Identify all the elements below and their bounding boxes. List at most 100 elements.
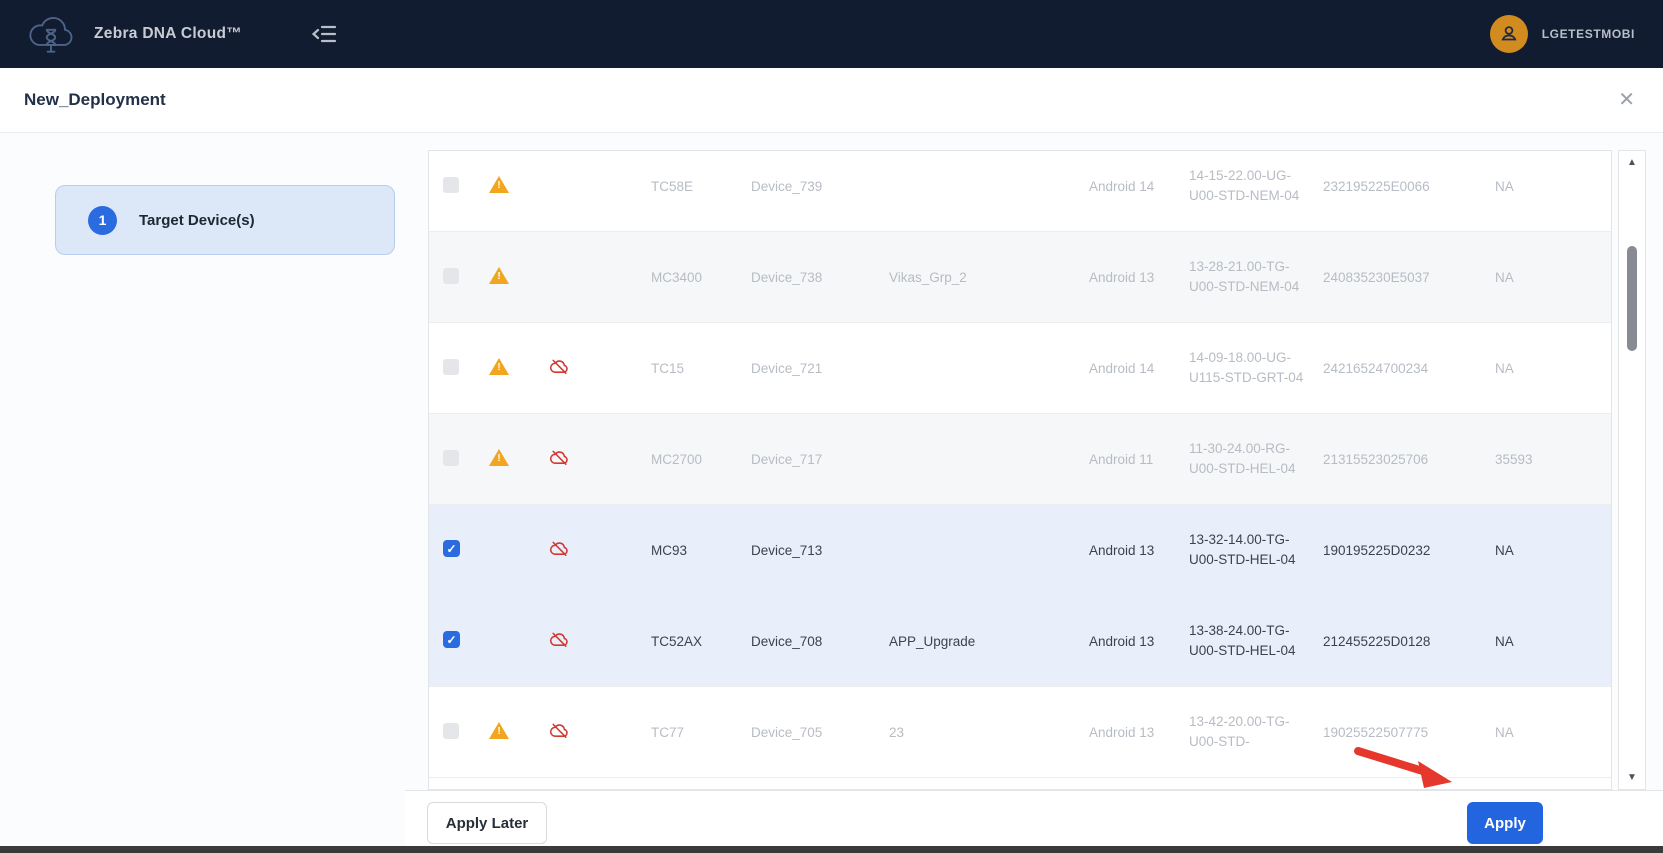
serial-cell: 212455225D0128 <box>1323 634 1479 649</box>
cloud-off-icon <box>549 720 570 741</box>
group-cell: APP_Upgrade <box>889 634 1089 649</box>
checkbox-cell <box>437 359 483 378</box>
group-cell: 23 <box>889 725 1089 740</box>
table-row[interactable]: TC77 Device_705 23 Android 13 13-42-20.0… <box>429 687 1611 778</box>
warning-icon <box>489 449 509 467</box>
warning-icon <box>489 358 509 376</box>
checkbox-cell <box>437 268 483 287</box>
build-cell: 13-42-20.00-TG-U00-STD- <box>1189 712 1323 751</box>
row-checkbox[interactable] <box>443 450 459 466</box>
model-cell: MC93 <box>651 543 751 558</box>
menu-open-icon[interactable] <box>312 23 338 45</box>
apply-later-button[interactable]: Apply Later <box>427 802 547 844</box>
row-checkbox[interactable] <box>443 631 460 648</box>
header-right-group: LGETESTMOBI <box>1490 15 1663 53</box>
cloud-cell <box>541 174 651 198</box>
group-cell: Vikas_Grp_2 <box>889 270 1089 285</box>
dialog-titlebar: New_Deployment ✕ <box>0 68 1663 133</box>
warning-icon <box>489 267 509 285</box>
warning-cell <box>483 176 541 197</box>
os-version-cell: Android 13 <box>1089 634 1189 649</box>
device-name-cell: Device_739 <box>751 179 889 194</box>
os-version-cell: Android 13 <box>1089 270 1189 285</box>
table-scrollbar[interactable]: ▲ ▼ <box>1618 150 1646 790</box>
model-cell: TC58E <box>651 179 751 194</box>
app-version-cell: NA <box>1479 179 1593 194</box>
build-cell: 13-38-24.00-TG-U00-STD-HEL-04 <box>1189 621 1323 660</box>
table-row[interactable]: TC58E Device_739 Android 14 14-15-22.00-… <box>429 150 1611 232</box>
zebra-dna-cloud-logo-icon <box>24 11 78 57</box>
table-body: TC58E Device_739 Android 14 14-15-22.00-… <box>429 150 1611 778</box>
app-version-cell: NA <box>1479 361 1593 376</box>
build-cell: 14-15-22.00-UG-U00-STD-NEM-04 <box>1189 166 1323 205</box>
cloud-off-icon <box>549 356 570 377</box>
username-label: LGETESTMOBI <box>1542 27 1635 41</box>
app-version-cell: 35593 <box>1479 452 1593 467</box>
app-version-cell: NA <box>1479 634 1593 649</box>
os-version-cell: Android 14 <box>1089 179 1189 194</box>
model-cell: TC15 <box>651 361 751 376</box>
scroll-up-icon[interactable]: ▲ <box>1619 157 1645 168</box>
checkbox-cell <box>437 723 483 742</box>
row-checkbox[interactable] <box>443 359 459 375</box>
model-cell: MC2700 <box>651 452 751 467</box>
table-row[interactable]: TC52AX Device_708 APP_Upgrade Android 13… <box>429 596 1611 687</box>
wizard-step-target-devices[interactable]: 1 Target Device(s) <box>55 185 395 255</box>
dialog-footer: Apply Later Apply <box>405 790 1663 848</box>
step-label: Target Device(s) <box>139 212 255 229</box>
cloud-off-icon <box>549 538 570 559</box>
serial-cell: 240835230E5037 <box>1323 270 1479 285</box>
device-name-cell: Device_705 <box>751 725 889 740</box>
table-row[interactable]: MC3400 Device_738 Vikas_Grp_2 Android 13… <box>429 232 1611 323</box>
os-version-cell: Android 11 <box>1089 452 1189 467</box>
row-checkbox[interactable] <box>443 723 459 739</box>
scroll-down-icon[interactable]: ▼ <box>1619 772 1645 783</box>
os-version-cell: Android 13 <box>1089 725 1189 740</box>
warning-cell <box>483 722 541 743</box>
warning-cell <box>483 267 541 288</box>
bottom-strip <box>0 846 1663 853</box>
cloud-off-icon <box>549 629 570 650</box>
build-cell: 11-30-24.00-RG-U00-STD-HEL-04 <box>1189 439 1323 478</box>
row-checkbox[interactable] <box>443 268 459 284</box>
app-screen: Zebra DNA Cloud™ LGETESTMOBI New_Deploym… <box>0 0 1663 853</box>
checkbox-cell <box>437 631 483 651</box>
warning-cell <box>483 358 541 379</box>
model-cell: TC77 <box>651 725 751 740</box>
checkbox-cell <box>437 450 483 469</box>
scrollbar-thumb[interactable] <box>1627 246 1637 351</box>
device-name-cell: Device_717 <box>751 452 889 467</box>
cloud-cell <box>541 538 651 562</box>
serial-cell: 190195225D0232 <box>1323 543 1479 558</box>
warning-icon <box>489 176 509 194</box>
table-row[interactable]: MC2700 Device_717 Android 11 11-30-24.00… <box>429 414 1611 505</box>
table-row[interactable]: TC15 Device_721 Android 14 14-09-18.00-U… <box>429 323 1611 414</box>
user-avatar-icon[interactable] <box>1490 15 1528 53</box>
table-row[interactable]: MC93 Device_713 Android 13 13-32-14.00-T… <box>429 505 1611 596</box>
os-version-cell: Android 14 <box>1089 361 1189 376</box>
serial-cell: 19025522507775 <box>1323 725 1479 740</box>
warning-cell <box>483 449 541 470</box>
app-version-cell: NA <box>1479 725 1593 740</box>
model-cell: MC3400 <box>651 270 751 285</box>
app-title: Zebra DNA Cloud™ <box>94 25 242 43</box>
build-cell: 13-32-14.00-TG-U00-STD-HEL-04 <box>1189 530 1323 569</box>
cloud-off-icon <box>549 447 570 468</box>
os-version-cell: Android 13 <box>1089 543 1189 558</box>
cloud-cell <box>541 356 651 380</box>
device-name-cell: Device_708 <box>751 634 889 649</box>
serial-cell: 24216524700234 <box>1323 361 1479 376</box>
apply-button[interactable]: Apply <box>1467 802 1543 844</box>
row-checkbox[interactable] <box>443 540 460 557</box>
step-number-badge: 1 <box>88 206 117 235</box>
cloud-cell <box>541 629 651 653</box>
row-checkbox[interactable] <box>443 177 459 193</box>
cloud-cell <box>541 265 651 289</box>
close-icon[interactable]: ✕ <box>1618 90 1635 110</box>
device-name-cell: Device_721 <box>751 361 889 376</box>
device-table: TC58E Device_739 Android 14 14-15-22.00-… <box>428 150 1612 790</box>
warning-icon <box>489 722 509 740</box>
cloud-cell <box>541 447 651 471</box>
device-name-cell: Device_713 <box>751 543 889 558</box>
model-cell: TC52AX <box>651 634 751 649</box>
